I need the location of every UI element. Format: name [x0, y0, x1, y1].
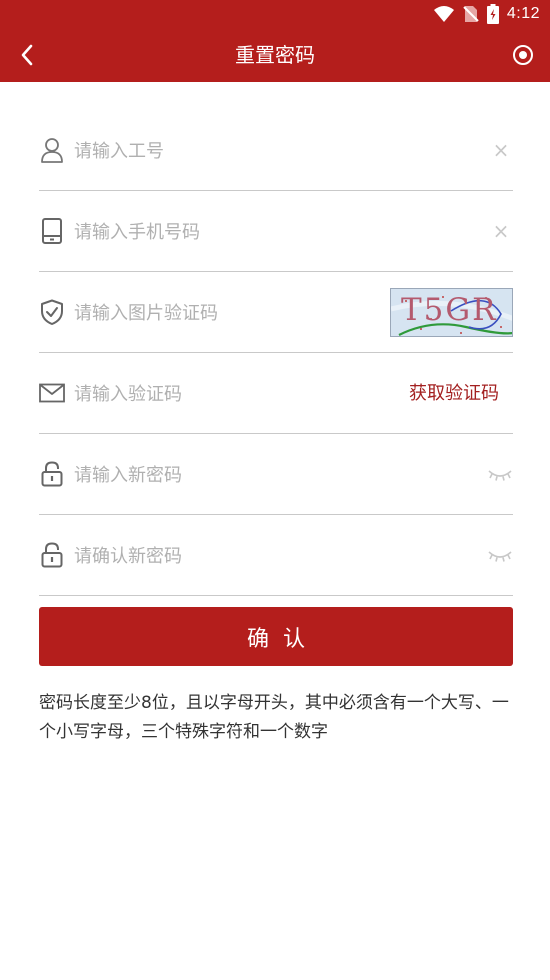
- phone-row: ×: [39, 191, 513, 272]
- wifi-icon: [433, 6, 454, 22]
- phone-clear-button[interactable]: ×: [489, 219, 513, 243]
- user-icon: [39, 137, 65, 163]
- new-password-input[interactable]: [74, 460, 414, 490]
- target-button[interactable]: [508, 40, 538, 70]
- confirm-button[interactable]: 确认: [39, 607, 513, 666]
- confirm-password-input[interactable]: [74, 541, 414, 571]
- captcha-row: T5GR: [39, 272, 513, 353]
- captcha-image[interactable]: T5GR: [390, 288, 513, 337]
- get-code-button[interactable]: 获取验证码: [409, 379, 499, 409]
- password-rules-hint: 密码长度至少8位，且以字母开头，其中必须含有一个大写、一个小写字母，三个特殊字符…: [39, 693, 509, 742]
- status-time: 4:12: [506, 5, 540, 22]
- eye-closed-icon[interactable]: [487, 546, 513, 566]
- shield-check-icon: [39, 299, 65, 325]
- lock-icon: [39, 461, 65, 487]
- lock-icon: [39, 542, 65, 568]
- no-sim-icon: [463, 6, 479, 22]
- captcha-image-text: T5GR: [401, 292, 498, 328]
- mail-icon: [39, 380, 65, 406]
- employee-id-clear-button[interactable]: ×: [489, 138, 513, 162]
- eye-closed-icon[interactable]: [487, 465, 513, 485]
- status-bar: 4:12: [0, 0, 550, 28]
- page-title: 重置密码: [235, 43, 315, 67]
- employee-id-input[interactable]: [74, 136, 414, 166]
- new-password-row: [39, 434, 513, 515]
- confirm-password-row: [39, 515, 513, 596]
- target-icon: [513, 45, 533, 65]
- phone-icon: [39, 218, 65, 244]
- captcha-input[interactable]: [74, 298, 374, 328]
- sms-code-input[interactable]: [74, 379, 364, 409]
- phone-input[interactable]: [74, 217, 414, 247]
- employee-id-row: ×: [39, 110, 513, 191]
- battery-icon: [486, 4, 499, 24]
- sms-code-row: 获取验证码: [39, 353, 513, 434]
- app-bar: 重置密码: [0, 28, 550, 82]
- reset-password-form: × ×: [39, 110, 513, 596]
